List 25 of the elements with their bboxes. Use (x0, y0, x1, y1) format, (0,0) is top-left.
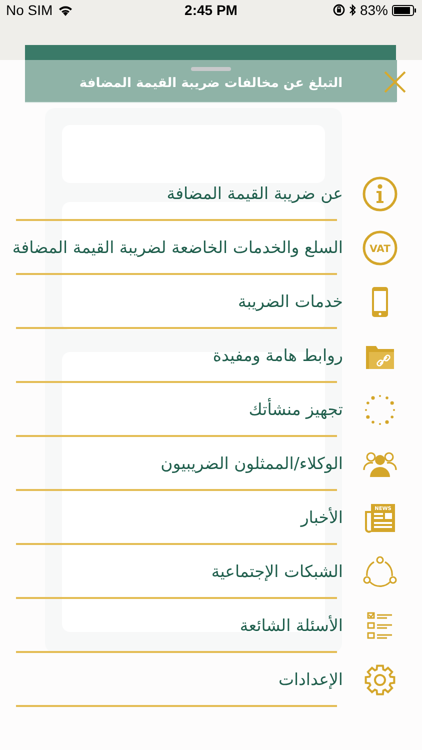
menu-item[interactable]: تجهيز منشأتك (248, 398, 343, 422)
menu-item[interactable]: الإعدادات (278, 668, 343, 692)
carrier-text: No SIM (6, 0, 53, 20)
close-icon[interactable] (384, 71, 406, 93)
orientation-lock-icon (332, 4, 345, 16)
drag-handle[interactable] (191, 67, 231, 71)
info-icon (362, 176, 398, 212)
menu-item[interactable]: عن ضريبة القيمة المضافة (166, 182, 343, 206)
page-title: التبلغ عن مخالفات ضريبة القيمة المضافة (79, 75, 343, 94)
clock-text: 2:45 PM (184, 0, 238, 20)
menu-item[interactable]: روابط هامة ومفيدة (212, 344, 343, 368)
menu-item[interactable]: خدمات الضريبة (238, 290, 343, 314)
menu-item[interactable]: الأخبار (300, 506, 343, 530)
share-network-icon (362, 554, 398, 590)
bluetooth-icon (348, 4, 356, 16)
wifi-icon (58, 4, 73, 16)
vat-icon: VAT (362, 230, 398, 266)
menu-item[interactable]: السلع والخدمات الخاضعة لضريبة القيمة المضافة (12, 236, 343, 260)
loading-dots-icon (362, 392, 398, 428)
battery-icon (392, 4, 416, 16)
menu-item[interactable]: الشبكات الإجتماعية (211, 560, 343, 584)
settings-icon (362, 662, 398, 698)
menu-item[interactable]: الأسئلة الشائعة (240, 614, 343, 638)
menu-item[interactable]: الوكلاء/الممثلون الضريبيون (160, 452, 343, 476)
battery-text: 83% (360, 0, 388, 20)
